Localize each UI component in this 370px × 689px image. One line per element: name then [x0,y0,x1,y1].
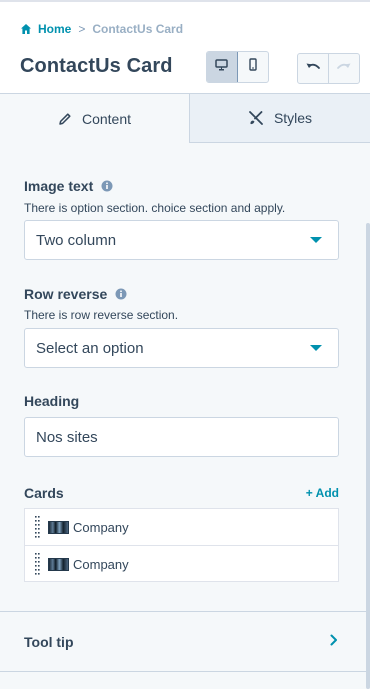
image-text-select[interactable]: Two column [24,220,339,260]
page-title: ContactUs Card [20,55,173,77]
heading-input[interactable]: Nos sites [24,417,339,457]
row-reverse-placeholder: Select an option [36,339,144,357]
editor-header: Home > ContactUs Card ContactUs Card [0,0,370,94]
caret-down-icon [310,237,322,243]
image-text-help: There is option section. choice section … [24,201,286,215]
tooltip-section-toggle[interactable]: Tool tip [0,612,366,671]
breadcrumb: Home > ContactUs Card [20,21,183,37]
drag-handle-icon[interactable] [35,516,40,538]
card-thumbnail [48,557,69,571]
heading-label-text: Heading [24,393,80,409]
tab-content-label: Content [81,110,132,127]
row-reverse-label: Row reverse [24,286,127,302]
tab-content[interactable]: Content [0,94,190,143]
mobile-icon [249,58,257,76]
editor-tabs: Content Styles [0,94,370,143]
scrollbar-thumb[interactable] [366,223,370,689]
tab-styles[interactable]: Styles [190,94,370,143]
section-divider [0,671,370,672]
card-label: Company [73,519,129,535]
styles-icon [248,110,264,126]
pencil-icon [58,112,72,126]
caret-down-icon [310,345,322,351]
undo-icon [305,60,321,78]
list-item[interactable]: Company [25,509,338,545]
tooltip-label: Tool tip [24,633,74,650]
card-thumbnail [48,520,69,534]
cards-label: Cards [24,485,64,501]
desktop-preview-button[interactable] [207,52,238,82]
image-text-label-text: Image text [24,178,94,194]
desktop-icon [215,58,228,76]
info-icon[interactable] [101,180,113,192]
heading-value: Nos sites [36,428,98,446]
undo-button[interactable] [298,54,329,83]
device-preview-toggle [206,51,269,83]
breadcrumb-current: ContactUs Card [92,22,184,36]
breadcrumb-separator: > [78,22,86,36]
panel-scrollbar[interactable] [366,143,370,689]
image-text-label: Image text [24,178,113,194]
info-icon[interactable] [115,288,127,300]
breadcrumb-home-link[interactable]: Home [38,22,71,36]
row-reverse-help: There is row reverse section. [24,308,179,322]
cards-list: Company Company [24,508,339,582]
add-card-button[interactable]: + Add [306,486,339,500]
card-label: Company [73,556,129,572]
redo-button[interactable] [329,54,359,83]
history-controls [297,53,360,84]
cards-label-text: Cards [24,485,64,501]
heading-label: Heading [24,393,79,409]
tab-styles-label: Styles [273,110,313,126]
row-reverse-select[interactable]: Select an option [24,328,339,368]
drag-handle-icon[interactable] [35,553,40,575]
list-item[interactable]: Company [25,545,338,582]
redo-icon [336,60,352,78]
chevron-right-icon [330,634,338,646]
image-text-value: Two column [36,231,117,249]
home-icon[interactable] [20,23,32,35]
mobile-preview-button[interactable] [238,52,268,82]
row-reverse-label-text: Row reverse [24,286,108,302]
top-border [0,0,370,2]
